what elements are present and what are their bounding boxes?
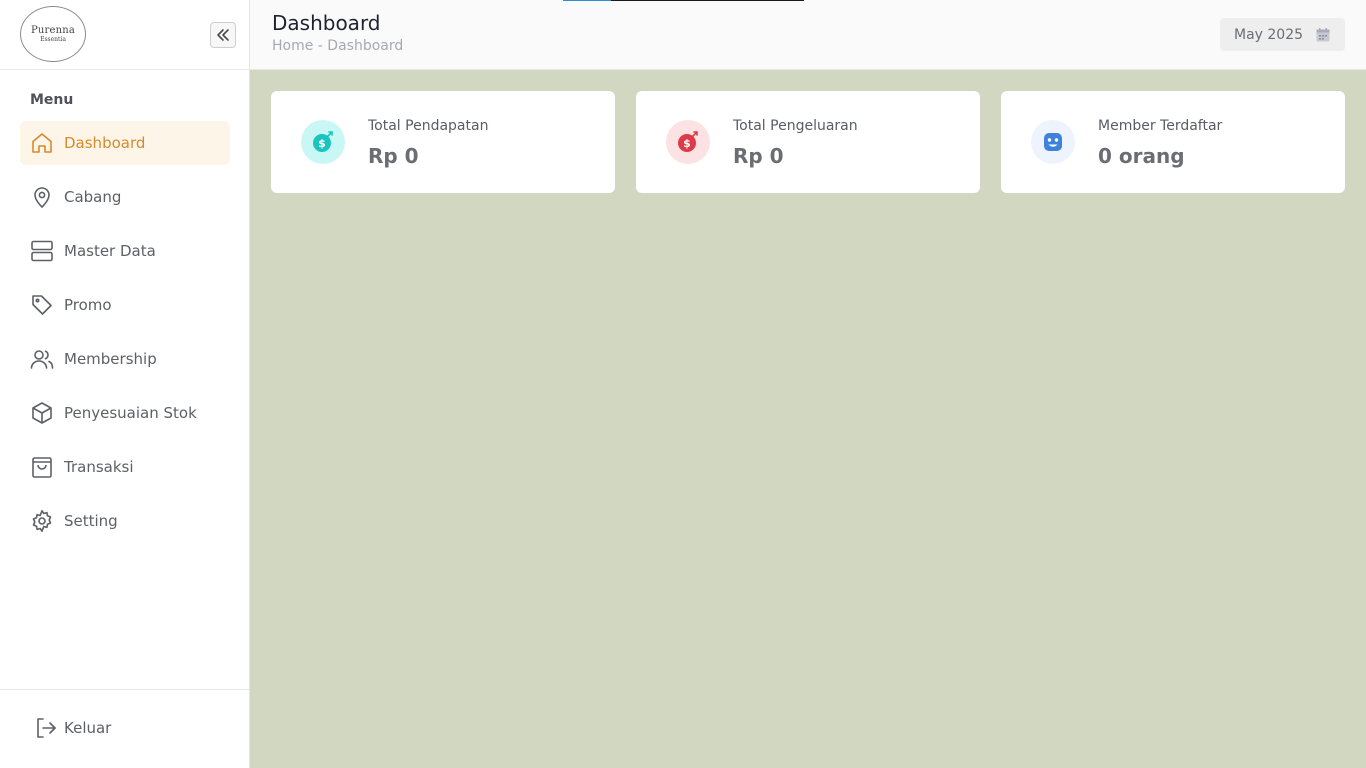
sidebar-item-transaksi[interactable]: Transaksi	[20, 445, 230, 489]
card-label: Total Pendapatan	[368, 118, 489, 134]
logout-label: Keluar	[64, 719, 112, 737]
server-icon	[30, 239, 54, 263]
card-total-pengeluaran: $ Total Pengeluaran Rp 0	[636, 91, 980, 193]
sidebar-item-label: Dashboard	[64, 134, 146, 152]
logout-button[interactable]: Keluar	[34, 716, 111, 740]
logout-icon	[34, 716, 58, 740]
sidebar-item-label: Penyesuaian Stok	[64, 404, 197, 422]
sidebar-item-label: Transaksi	[64, 458, 134, 476]
month-picker-value: May 2025	[1234, 26, 1304, 43]
card-value: Rp 0	[733, 144, 784, 168]
income-dollar-icon: $	[301, 120, 345, 164]
collapse-sidebar-button[interactable]	[210, 22, 236, 48]
svg-text:$: $	[318, 137, 326, 150]
card-label: Total Pengeluaran	[733, 118, 858, 134]
top-header: Dashboard Home - Dashboard May 2025	[250, 0, 1366, 70]
expense-dollar-icon: $	[666, 120, 710, 164]
sidebar-item-cabang[interactable]: Cabang	[20, 175, 230, 219]
shopping-bag-icon	[30, 455, 54, 479]
sidebar-nav: Dashboard Cabang Master Data Promo Membe…	[20, 121, 230, 553]
card-member-terdaftar: Member Terdaftar 0 orang	[1001, 91, 1345, 193]
logo-subtext: Essentia	[40, 35, 66, 43]
page-title: Dashboard	[272, 11, 381, 35]
home-icon	[30, 131, 54, 155]
calendar-icon	[1316, 28, 1330, 42]
users-icon	[30, 347, 54, 371]
chevrons-left-icon	[217, 29, 229, 41]
logo-text: Purenna	[30, 24, 76, 36]
sidebar-item-label: Membership	[64, 350, 157, 368]
sidebar-item-setting[interactable]: Setting	[20, 499, 230, 543]
sidebar-item-dashboard[interactable]: Dashboard	[20, 121, 230, 165]
breadcrumb: Home - Dashboard	[272, 38, 404, 54]
month-picker[interactable]: May 2025	[1220, 18, 1345, 51]
sidebar-footer: Keluar	[0, 689, 249, 768]
card-value: Rp 0	[368, 144, 419, 168]
menu-heading: Menu	[30, 92, 74, 108]
tag-icon	[30, 293, 54, 317]
sidebar-item-promo[interactable]: Promo	[20, 283, 230, 327]
card-total-pendapatan: $ Total Pendapatan Rp 0	[271, 91, 615, 193]
sidebar-item-membership[interactable]: Membership	[20, 337, 230, 381]
sidebar-item-master-data[interactable]: Master Data	[20, 229, 230, 273]
card-label: Member Terdaftar	[1098, 118, 1223, 134]
map-pin-icon	[30, 185, 54, 209]
smile-icon	[1031, 120, 1075, 164]
brand-logo[interactable]: Purenna Essentia	[20, 6, 86, 62]
sidebar-item-label: Promo	[64, 296, 112, 314]
sidebar-item-label: Master Data	[64, 242, 156, 260]
box-icon	[30, 401, 54, 425]
sidebar-item-label: Cabang	[64, 188, 122, 206]
sidebar: Purenna Essentia Menu Dashboard Cabang M…	[0, 0, 250, 768]
svg-text:$: $	[683, 137, 691, 150]
brand-area: Purenna Essentia	[0, 0, 249, 70]
card-value: 0 orang	[1098, 144, 1185, 168]
gear-icon	[30, 509, 54, 533]
loading-progress-bar	[563, 0, 804, 1]
sidebar-item-label: Setting	[64, 512, 118, 530]
sidebar-item-penyesuaian-stok[interactable]: Penyesuaian Stok	[20, 391, 230, 435]
